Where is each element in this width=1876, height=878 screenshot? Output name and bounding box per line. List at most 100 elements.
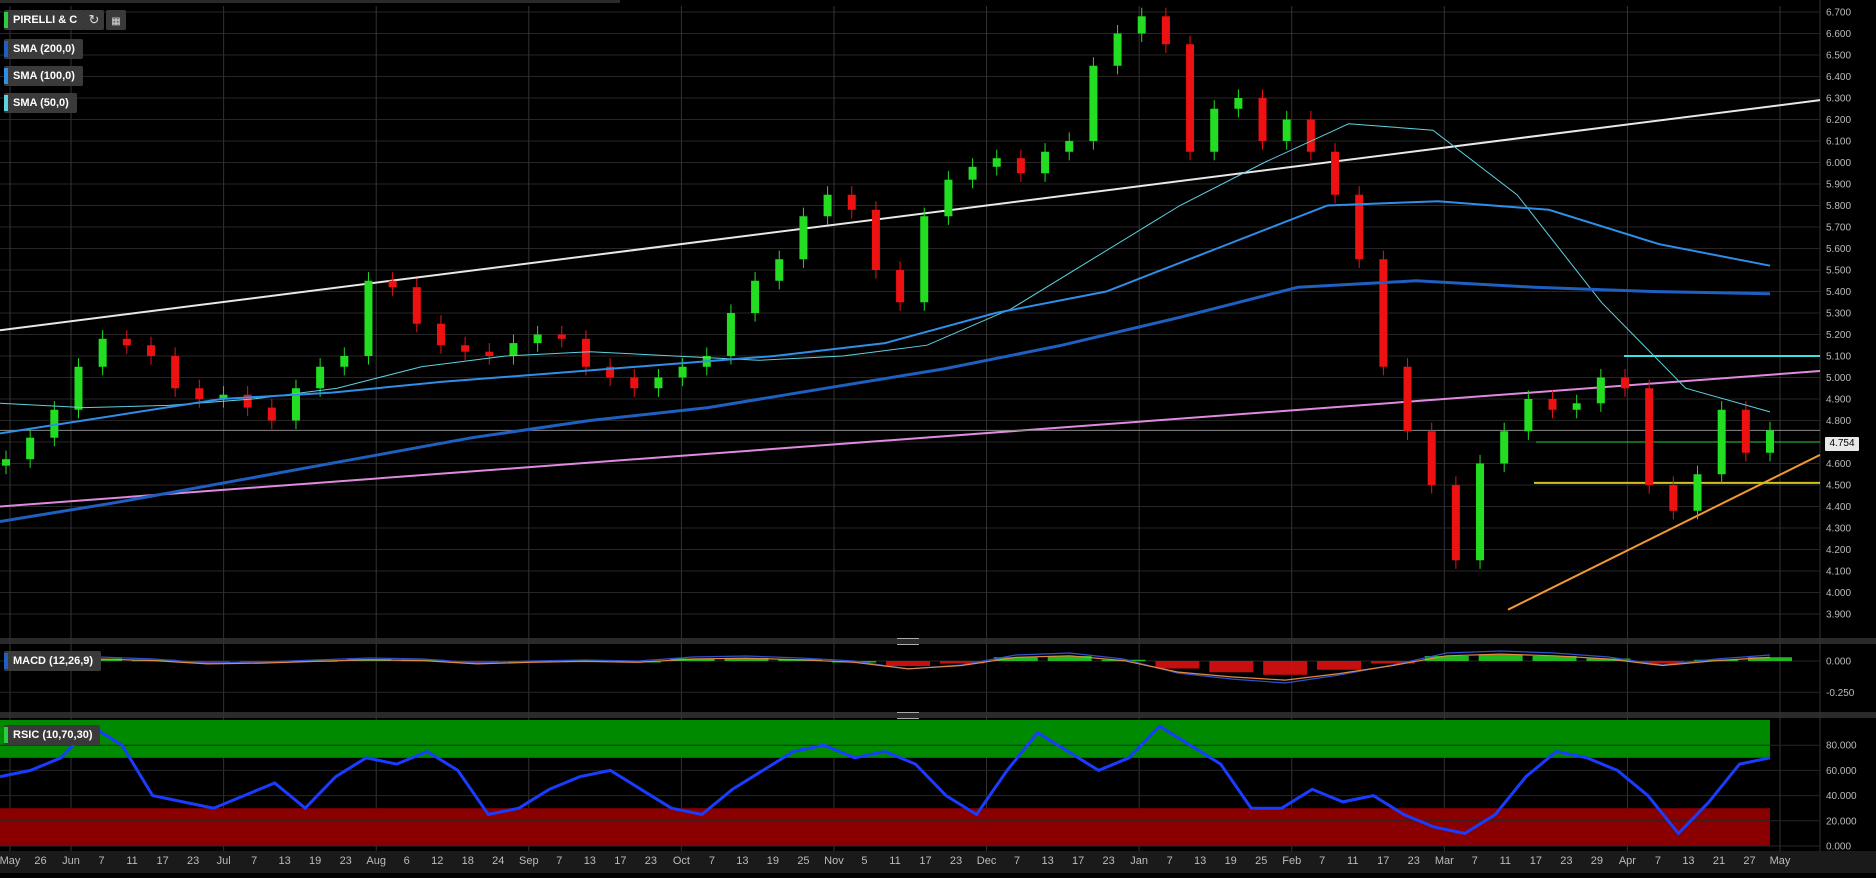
candle-body (195, 388, 204, 399)
sma200-swatch (4, 41, 8, 57)
candle-body (581, 338, 590, 367)
main-y-tick-label: 5.900 (1826, 180, 1851, 191)
candle-body (871, 209, 880, 270)
x-tick-label: 11 (126, 855, 137, 867)
x-tick-label: May (1770, 855, 1791, 867)
sma50-label[interactable]: SMA (50,0) (4, 93, 77, 113)
x-tick-label: 17 (1377, 855, 1389, 867)
x-tick-label: 13 (1041, 855, 1053, 867)
x-tick-label: 23 (1102, 855, 1114, 867)
x-tick-label: Jul (217, 855, 231, 867)
main-y-tick-label: 4.500 (1826, 481, 1851, 492)
main-y-tick-label: 4.000 (1826, 588, 1851, 599)
candle-body (751, 280, 760, 313)
pane-separator-1 (0, 638, 1876, 644)
chart-settings-icon: ▦ (111, 16, 121, 27)
rsi-y-tick-label: 0.000 (1826, 842, 1851, 853)
x-tick-label: 17 (1530, 855, 1542, 867)
macd-histogram-bar (1478, 654, 1523, 661)
sma100-text: SMA (100,0) (13, 70, 75, 82)
candle-body (968, 166, 977, 180)
main-y-tick-label: 4.200 (1826, 545, 1851, 556)
chart-stage[interactable]: 6.700 6.600 6.500 6.400 6.300 6.200 6.100 6.000… (0, 0, 1876, 873)
x-tick-label: 13 (1682, 855, 1694, 867)
macd-histogram-bar (1263, 661, 1308, 675)
x-tick-label: 23 (1560, 855, 1572, 867)
x-tick-label: 19 (767, 855, 779, 867)
x-tick-label: Feb (1282, 855, 1301, 867)
candle-body (1161, 16, 1170, 45)
x-tick-label: Jan (1130, 855, 1148, 867)
candle-body (1427, 431, 1436, 485)
candle-body (1476, 463, 1485, 561)
candle-body (1210, 108, 1219, 152)
candle-body (847, 194, 856, 210)
pane-resize-handle-1[interactable] (897, 638, 919, 645)
x-tick-label: Jun (62, 855, 80, 867)
rsic-swatch (4, 727, 8, 743)
candle-body (1693, 474, 1702, 511)
symbol-text: PIRELLI & C (13, 14, 78, 26)
candle-body (1137, 16, 1146, 34)
candle-body (509, 343, 518, 356)
x-tick-label: 17 (614, 855, 626, 867)
x-tick-label: Mar (1435, 855, 1454, 867)
candle-body (171, 356, 180, 389)
candle-body (1016, 158, 1025, 174)
candle-body (146, 345, 155, 356)
rsi-y-tick-label: 80.000 (1826, 741, 1857, 752)
rsi-y-tick-label: 60.000 (1826, 766, 1857, 777)
macd-label[interactable]: MACD (12,26,9) (4, 651, 102, 671)
sma200-label[interactable]: SMA (200,0) (4, 39, 83, 59)
candle-body (630, 377, 639, 389)
chart-settings-button[interactable]: ▦ (106, 10, 126, 30)
rsic-text: RSIC (10,70,30) (13, 729, 93, 741)
sma100-label[interactable]: SMA (100,0) (4, 66, 83, 86)
x-tick-label: 13 (1194, 855, 1206, 867)
main-y-tick-label: 5.800 (1826, 201, 1851, 212)
x-tick-label: 13 (279, 855, 291, 867)
candle-body (122, 338, 131, 346)
candle-body (896, 270, 905, 303)
candle-body (98, 338, 107, 367)
main-y-tick-label: 6.500 (1826, 51, 1851, 62)
candle-body (340, 356, 349, 367)
candle-body (1089, 65, 1098, 141)
rsi-y-tick-label: 40.000 (1826, 791, 1857, 802)
x-tick-label: 7 (251, 855, 257, 867)
sma50-swatch (4, 95, 8, 111)
refresh-button[interactable]: ↻ (84, 10, 104, 30)
chart-svg[interactable]: 6.700 6.600 6.500 6.400 6.300 6.200 6.100 6.000… (0, 0, 1876, 873)
rsic-label[interactable]: RSIC (10,70,30) (4, 725, 101, 745)
main-y-tick-label: 6.100 (1826, 137, 1851, 148)
x-tick-label: 17 (156, 855, 168, 867)
x-tick-label: 6 (404, 855, 410, 867)
x-tick-label: 11 (889, 855, 900, 867)
candle-body (1717, 409, 1726, 475)
candle-body (1113, 33, 1122, 66)
main-y-tick-label: 5.700 (1826, 223, 1851, 234)
macd-swatch (4, 653, 8, 669)
main-y-tick-label: 5.000 (1826, 373, 1851, 384)
main-y-tick-label: 6.400 (1826, 72, 1851, 83)
x-tick-label: 12 (431, 855, 443, 867)
candle-body (316, 366, 325, 389)
x-tick-label: 25 (797, 855, 809, 867)
symbol-label[interactable]: PIRELLI & C (4, 10, 86, 30)
x-tick-label: 11 (1500, 855, 1511, 867)
main-y-tick-label: 3.900 (1826, 610, 1851, 621)
candle-body (267, 407, 276, 421)
candle-body (1741, 409, 1750, 453)
x-tick-label: May (0, 855, 21, 867)
candle-body (1524, 399, 1533, 432)
candle-body (992, 158, 1001, 167)
candle-body (533, 334, 542, 344)
candle-body (436, 323, 445, 346)
candle-body (799, 216, 808, 260)
top-toolbar-strip (0, 0, 620, 3)
pane-separator-2 (0, 712, 1876, 718)
x-tick-label: 7 (1319, 855, 1325, 867)
x-tick-label: Apr (1619, 855, 1636, 867)
x-tick-label: 21 (1713, 855, 1725, 867)
pane-resize-handle-2[interactable] (897, 712, 919, 719)
